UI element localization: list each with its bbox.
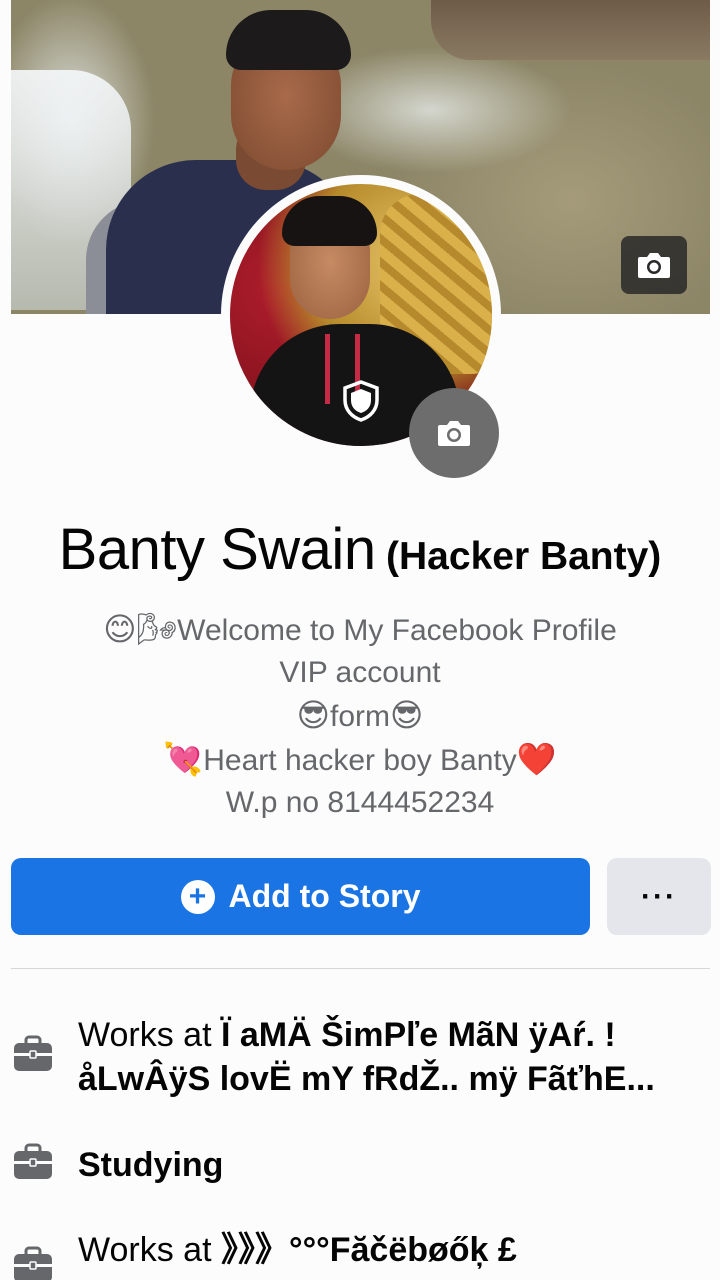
shield-icon xyxy=(343,380,379,422)
red-heart-emoji-icon: ❤️ xyxy=(516,741,557,777)
bio-line-3: 😎form😎 xyxy=(0,694,720,738)
more-options-button[interactable]: ··· xyxy=(607,858,711,935)
avatar-camera-button[interactable] xyxy=(409,388,499,478)
bio-welcome-text: Welcome to My Facebook Profile xyxy=(177,614,617,647)
sunglasses-emoji-icon: 😎 xyxy=(390,697,424,733)
workplace-2: 》》》°°°Făčëbøőķ £ xyxy=(220,1231,517,1269)
camera-icon xyxy=(638,253,670,278)
heart-arrow-emoji-icon: 💘 xyxy=(163,741,204,777)
add-to-story-button[interactable]: + Add to Story xyxy=(11,858,590,935)
profile-bio: 😊🌬Welcome to My Facebook Profile VIP acc… xyxy=(0,608,720,824)
bio-heart-text: Heart hacker boy Banty xyxy=(203,744,517,777)
info-text: Works at 》》》°°°Făčëbøőķ £ xyxy=(78,1231,517,1269)
cover-rocks xyxy=(431,0,710,60)
info-text: Studying xyxy=(78,1143,708,1187)
profile-name: Banty Swain xyxy=(58,517,376,582)
workplace-line-1: Ï aMÄ ŠimPľe MãN ÿAŕ. ! xyxy=(220,1016,616,1054)
info-text: Works at Ï aMÄ ŠimPľe MãN ÿAŕ. ! åLwÂÿS … xyxy=(78,1016,655,1098)
wind-emoji-icon: 🌬 xyxy=(136,611,178,647)
camera-icon xyxy=(438,421,470,446)
bio-line-2: VIP account xyxy=(279,656,441,689)
briefcase-icon xyxy=(14,1035,52,1071)
bio-line-1: 😊🌬Welcome to My Facebook Profile xyxy=(0,608,720,652)
bio-line-4: 💘Heart hacker boy Banty❤️ xyxy=(0,738,720,782)
profile-name-row: Banty Swain (Hacker Banty) xyxy=(0,516,720,583)
profile-guard-shield xyxy=(339,379,383,423)
plus-circle-icon: + xyxy=(180,879,215,914)
add-to-story-label: Add to Story xyxy=(228,878,421,914)
smile-emoji-icon: 😊 xyxy=(103,611,137,647)
cover-camera-button[interactable] xyxy=(621,236,687,294)
bio-form-text: form xyxy=(330,700,390,733)
divider xyxy=(11,968,710,969)
workplace-line-2: åLwÂÿS lovË mY fRdŽ.. mÿ FãťhE... xyxy=(78,1060,655,1098)
briefcase-icon xyxy=(14,1246,52,1280)
profile-nickname: (Hacker Banty) xyxy=(386,535,662,578)
sunglasses-emoji-icon: 😎 xyxy=(296,697,330,733)
briefcase-icon xyxy=(14,1143,52,1179)
bio-line-5: W.p no 8144452234 xyxy=(225,786,495,819)
studying-label: Studying xyxy=(78,1146,224,1184)
